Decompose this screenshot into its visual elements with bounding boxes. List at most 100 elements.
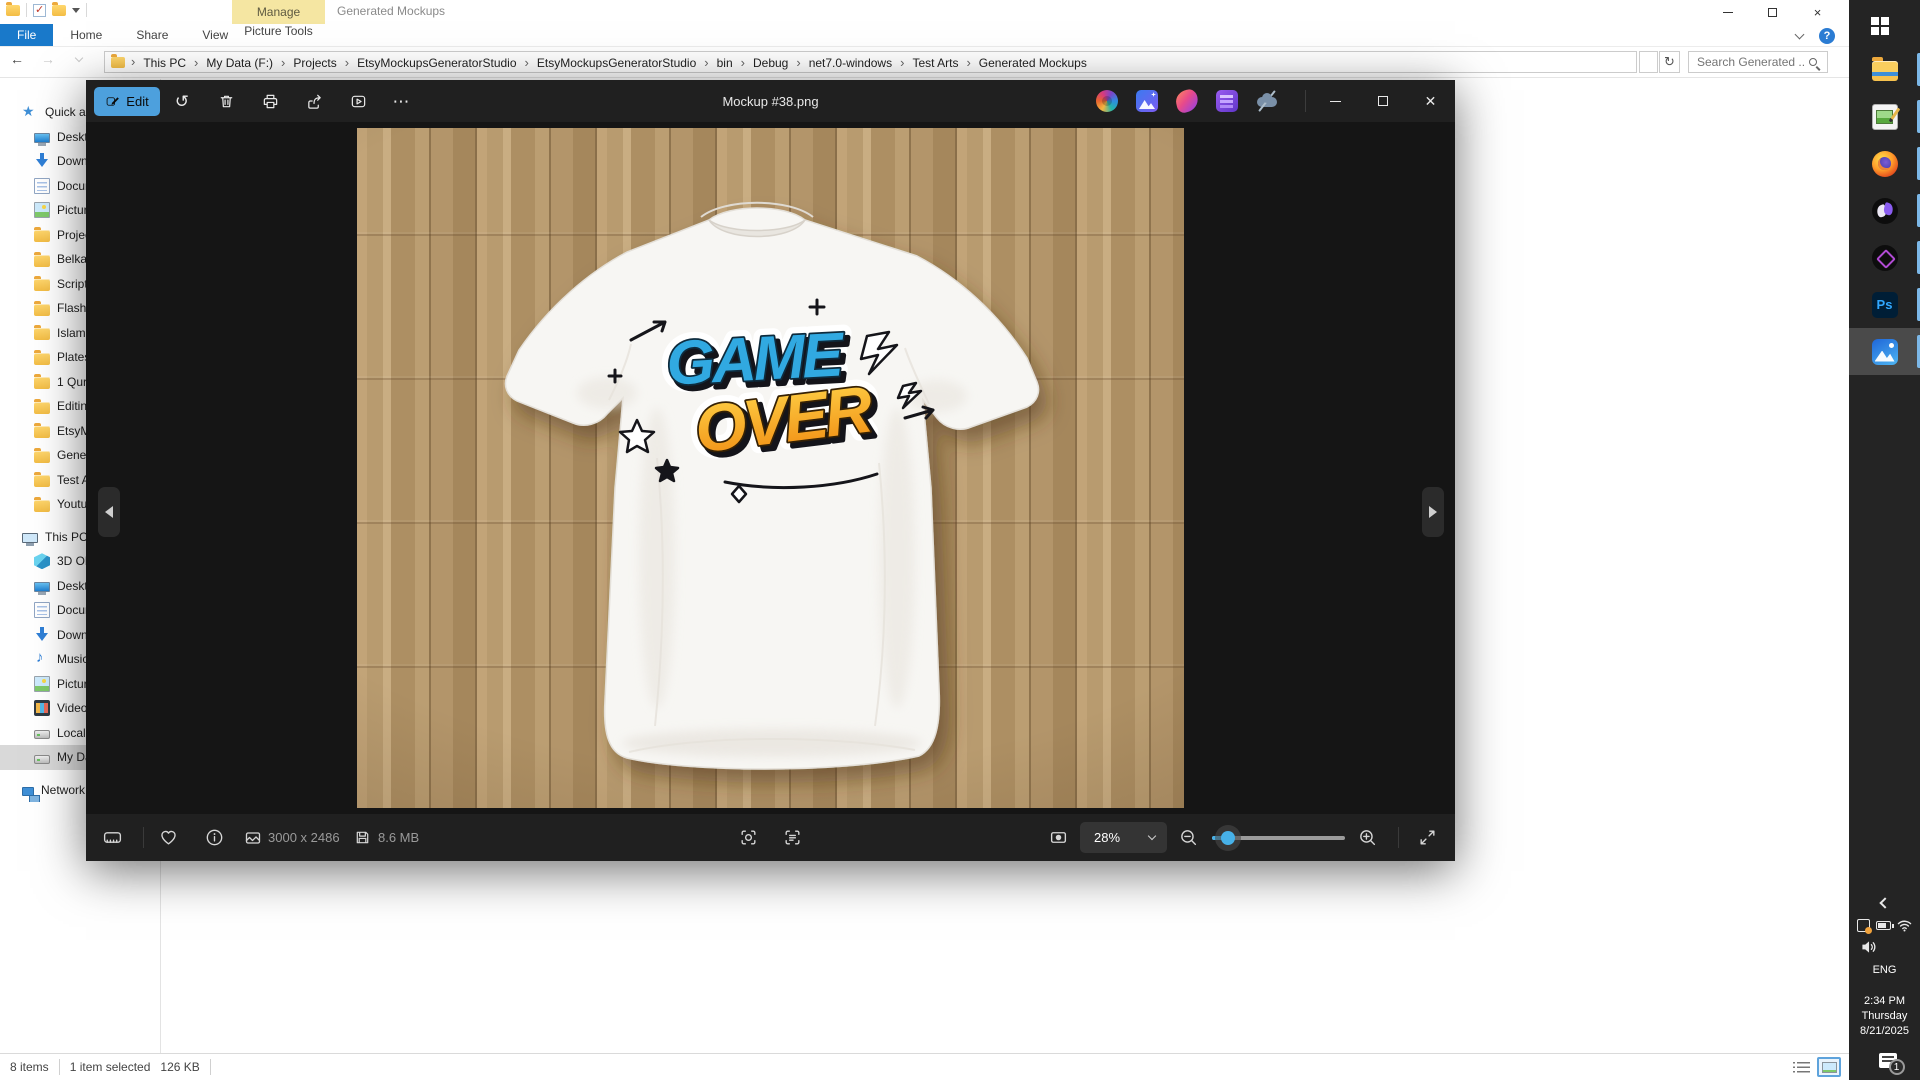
battery-icon[interactable] — [1876, 921, 1891, 930]
onedrive-disabled-icon[interactable] — [1256, 90, 1278, 112]
clipchamp-icon[interactable] — [1216, 90, 1238, 112]
clock[interactable]: 2:34 PM Thursday 8/21/2025 — [1860, 994, 1909, 1039]
share-icon — [306, 93, 323, 110]
taskbar-app[interactable] — [1849, 93, 1920, 140]
taskbar-app-icon — [1872, 151, 1898, 177]
taskbar-app[interactable] — [1849, 140, 1920, 187]
photos-maximize-button[interactable] — [1360, 80, 1405, 122]
rotate-button[interactable]: ↺ — [165, 85, 199, 117]
delete-button[interactable] — [209, 85, 243, 117]
tray-app-icon[interactable] — [1857, 919, 1870, 932]
taskbar-app-icon — [1872, 61, 1898, 81]
windows-logo-icon — [1871, 17, 1879, 25]
breadcrumb-item[interactable]: My Data (F:) — [202, 53, 289, 72]
printer-icon — [262, 93, 279, 110]
divider — [86, 3, 87, 17]
fullscreen-button[interactable] — [1418, 814, 1437, 861]
breadcrumb-item[interactable]: This PC — [139, 53, 202, 72]
breadcrumb-item[interactable]: net7.0-windows — [805, 53, 909, 72]
more-options-button[interactable]: ⋯ — [384, 85, 418, 117]
photo-canvas: GAME OVER GAME OVER GAME OVER — [86, 122, 1455, 814]
print-button[interactable] — [253, 85, 287, 117]
breadcrumb-item[interactable]: Projects — [289, 53, 353, 72]
start-button[interactable] — [1849, 6, 1920, 46]
language-indicator[interactable]: ENG — [1873, 964, 1897, 976]
explorer-close-button[interactable]: × — [1795, 0, 1840, 24]
breadcrumb-item[interactable]: bin — [713, 53, 749, 72]
refresh-icon[interactable]: ↻ — [1659, 51, 1680, 73]
recent-locations-icon[interactable] — [70, 51, 88, 67]
system-tray: ENG 2:34 PM Thursday 8/21/2025 1 — [1849, 899, 1920, 1080]
explorer-titlebar: Manage Generated Mockups × — [0, 0, 1849, 24]
taskbar-app[interactable] — [1849, 187, 1920, 234]
breadcrumb-item[interactable]: EtsyMockupsGeneratorStudio — [533, 53, 713, 72]
details-view-button[interactable] — [1789, 1057, 1813, 1077]
favorite-button[interactable] — [159, 814, 178, 861]
taskbar-app-icon: Ps — [1872, 292, 1898, 318]
zoom-slider[interactable] — [1212, 836, 1345, 840]
tab-share[interactable]: Share — [119, 24, 185, 46]
expand-ribbon-icon[interactable] — [1795, 29, 1805, 39]
slideshow-button[interactable] — [341, 85, 375, 117]
search-input[interactable] — [1689, 55, 1809, 69]
manage-contextual-tab[interactable]: Manage — [232, 0, 325, 24]
previous-photo-button[interactable] — [98, 487, 120, 537]
trash-icon — [218, 93, 235, 110]
new-folder-icon[interactable] — [52, 5, 66, 16]
image-creator-icon[interactable] — [1174, 88, 1200, 114]
day: Thursday — [1860, 1009, 1909, 1024]
photos-close-button[interactable]: ✕ — [1408, 80, 1453, 122]
taskbar-app[interactable] — [1849, 328, 1920, 375]
file-info-button[interactable] — [205, 814, 224, 861]
show-hidden-icons-chevron[interactable] — [1879, 897, 1890, 908]
help-icon[interactable]: ? — [1819, 28, 1835, 44]
tab-picture-tools[interactable]: Picture Tools — [232, 24, 325, 38]
customize-toolbar-icon[interactable] — [72, 8, 80, 13]
address-folder-icon[interactable] — [111, 54, 139, 71]
taskbar-app[interactable]: Ps — [1849, 281, 1920, 328]
next-photo-button[interactable] — [1422, 487, 1444, 537]
back-button[interactable]: ← — [8, 51, 26, 67]
share-button[interactable] — [297, 85, 331, 117]
tab-file[interactable]: File — [0, 24, 53, 46]
properties-icon[interactable] — [33, 4, 46, 17]
zoom-in-button[interactable] — [1358, 814, 1377, 861]
edit-button[interactable]: Edit — [94, 87, 160, 116]
photo-mockup-image[interactable]: GAME OVER GAME OVER GAME OVER — [357, 128, 1184, 808]
breadcrumb-item[interactable]: Debug — [749, 53, 805, 72]
explorer-maximize-button[interactable] — [1750, 0, 1795, 24]
breadcrumb-item[interactable]: EtsyMockupsGeneratorStudio — [353, 53, 533, 72]
actual-size-button[interactable] — [1049, 814, 1068, 861]
zoom-level: 28% — [1094, 830, 1120, 845]
divider — [26, 3, 27, 17]
zoom-slider-thumb[interactable] — [1221, 831, 1235, 845]
zoom-level-dropdown[interactable]: 28% — [1080, 822, 1167, 853]
ribbon-tabs: File Home Share View Picture Tools ? — [0, 24, 1849, 47]
breadcrumb-item[interactable]: Generated Mockups — [975, 53, 1091, 72]
filmstrip-toggle-button[interactable] — [102, 814, 123, 861]
tshirt-mockup-graphic: GAME OVER GAME OVER GAME OVER — [357, 128, 1184, 808]
visual-search-button[interactable] — [739, 814, 758, 861]
file-size: 8.6 MB — [378, 814, 419, 861]
search-icon[interactable] — [1809, 58, 1817, 66]
sidebar-item-icon — [34, 133, 50, 143]
tab-home[interactable]: Home — [53, 24, 119, 46]
actual-size-icon — [1049, 828, 1068, 847]
forward-button[interactable]: → — [39, 51, 57, 67]
volume-icon[interactable] — [1861, 940, 1878, 954]
copilot-icon[interactable] — [1096, 90, 1118, 112]
address-bar[interactable]: This PCMy Data (F:)ProjectsEtsyMockupsGe… — [104, 51, 1637, 73]
explorer-minimize-button[interactable] — [1705, 0, 1750, 24]
text-extract-button[interactable] — [783, 814, 802, 861]
designer-icon[interactable] — [1136, 90, 1158, 112]
notification-center-button[interactable]: 1 — [1879, 1053, 1897, 1068]
photos-minimize-button[interactable] — [1313, 80, 1358, 122]
thumbnail-view-button[interactable] — [1817, 1057, 1841, 1077]
taskbar-app[interactable] — [1849, 234, 1920, 281]
taskbar-app[interactable] — [1849, 46, 1920, 93]
text-extract-icon — [783, 828, 802, 847]
zoom-out-button[interactable] — [1179, 814, 1198, 861]
wifi-icon[interactable] — [1897, 919, 1912, 932]
breadcrumb-item[interactable]: Test Arts — [908, 53, 974, 72]
address-dropdown-icon[interactable] — [1639, 51, 1658, 73]
